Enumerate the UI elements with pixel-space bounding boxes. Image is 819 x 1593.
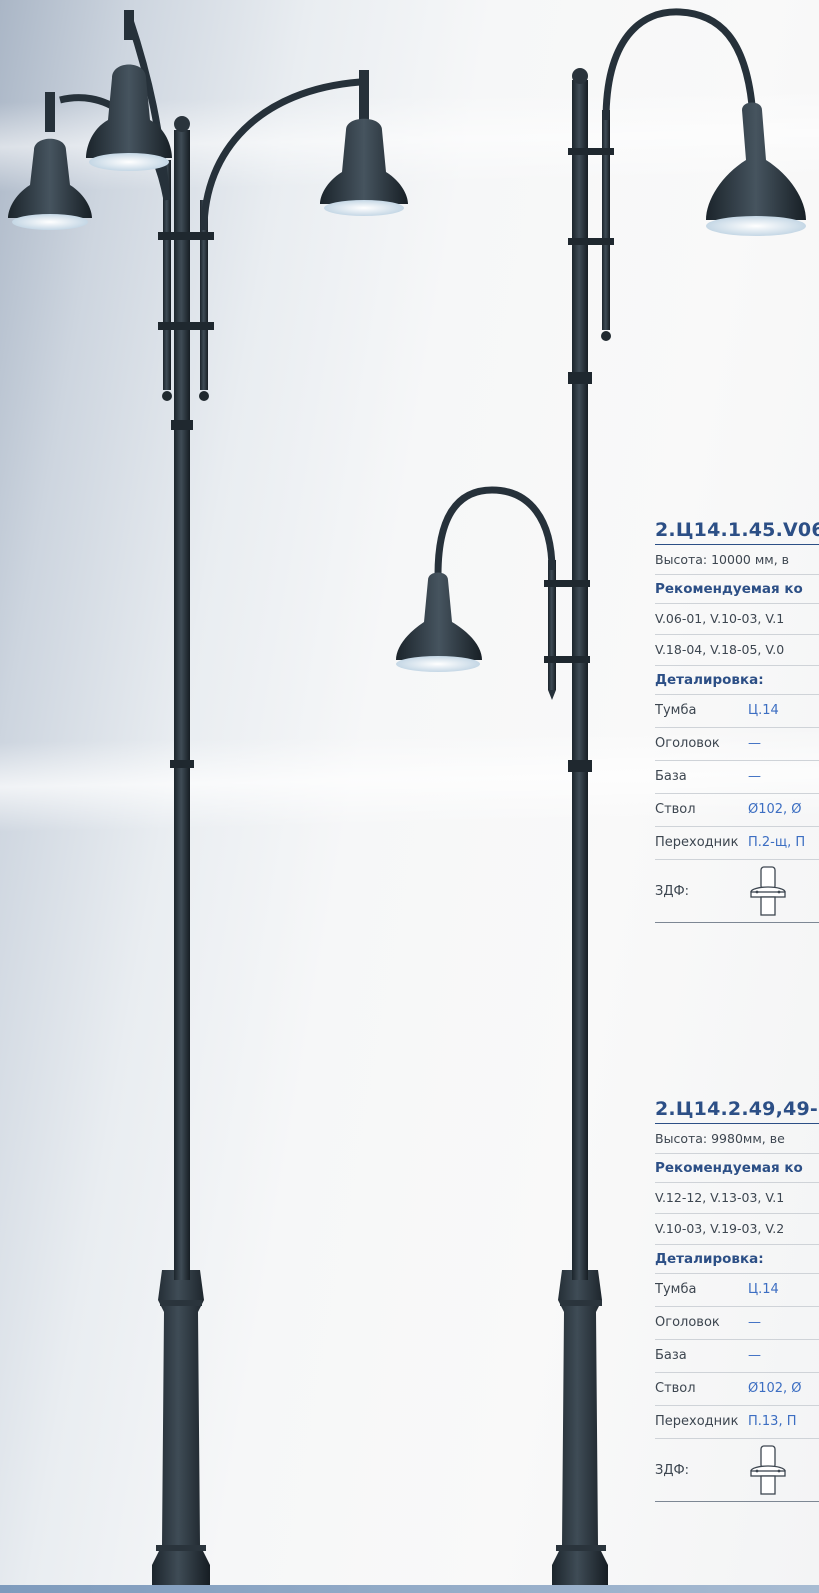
lamp-head: [8, 92, 92, 230]
zdf-row: ЗДФ:: [655, 860, 819, 923]
detail-link[interactable]: Ø102, Ø: [748, 1373, 802, 1405]
footer-bar: [0, 1585, 819, 1593]
detail-value: —: [748, 736, 761, 751]
detail-value: —: [748, 769, 761, 784]
detail-link[interactable]: Ø102, Ø: [748, 794, 802, 826]
spec-card: 2.Ц14.2.49,49-1 Высота: 9980мм, ве Реком…: [655, 1098, 819, 1502]
detail-key: Ствол: [655, 1381, 696, 1396]
zdf-label: ЗДФ:: [655, 883, 690, 899]
lamp-head: [320, 70, 408, 216]
detail-key: Тумба: [655, 1282, 697, 1297]
height-text: Высота: 10000 мм, в: [655, 552, 819, 575]
detail-key: Переходник: [655, 835, 739, 850]
recommended-line: V.10-03, V.19-03, V.2: [655, 1214, 819, 1245]
detail-row-stvol: Ствол Ø102, Ø: [655, 1373, 819, 1406]
detail-header: Деталировка:: [655, 1245, 819, 1274]
zdf-row: ЗДФ:: [655, 1439, 819, 1502]
detail-link[interactable]: П.2-щ, П: [748, 827, 805, 859]
recommended-header: Рекомендуемая ко: [655, 1154, 819, 1183]
zdf-label: ЗДФ:: [655, 1462, 690, 1478]
detail-key: База: [655, 1348, 687, 1363]
detail-row-tumba: Тумба Ц.14: [655, 695, 819, 728]
detail-key: База: [655, 769, 687, 784]
detail-link[interactable]: Ц.14: [748, 1274, 779, 1306]
detail-key: Оголовок: [655, 736, 720, 751]
product-title: 2.Ц14.1.45.V06: [655, 519, 819, 545]
recommended-line: V.18-04, V.18-05, V.0: [655, 635, 819, 666]
detail-row-stvol: Ствол Ø102, Ø: [655, 794, 819, 827]
detail-row-ogolovok: Оголовок —: [655, 1307, 819, 1340]
detail-header: Деталировка:: [655, 666, 819, 695]
detail-link[interactable]: П.13, П: [748, 1406, 797, 1438]
lamp-head: [706, 102, 806, 236]
detail-row-baza: База —: [655, 1340, 819, 1373]
recommended-line: V.12-12, V.13-03, V.1: [655, 1183, 819, 1214]
recommended-header: Рекомендуемая ко: [655, 575, 819, 604]
detail-key: Переходник: [655, 1414, 739, 1429]
product-title: 2.Ц14.2.49,49-1: [655, 1098, 819, 1124]
detail-row-ogolovok: Оголовок —: [655, 728, 819, 761]
detail-row-baza: База —: [655, 761, 819, 794]
detail-row-perehodnik: Переходник П.2-щ, П: [655, 827, 819, 860]
lamp-post-triple: [8, 10, 408, 1593]
lamp-head: [396, 572, 482, 672]
foundation-icon: [750, 1445, 786, 1495]
detail-row-tumba: Тумба Ц.14: [655, 1274, 819, 1307]
recommended-line: V.06-01, V.10-03, V.1: [655, 604, 819, 635]
spec-card: 2.Ц14.1.45.V06 Высота: 10000 мм, в Реком…: [655, 519, 819, 923]
detail-value: —: [748, 1315, 761, 1330]
detail-value: —: [748, 1348, 761, 1363]
detail-row-perehodnik: Переходник П.13, П: [655, 1406, 819, 1439]
lamp-head: [86, 10, 172, 171]
detail-link[interactable]: Ц.14: [748, 695, 779, 727]
foundation-icon: [750, 866, 786, 916]
detail-key: Ствол: [655, 802, 696, 817]
detail-key: Оголовок: [655, 1315, 720, 1330]
detail-key: Тумба: [655, 703, 697, 718]
height-text: Высота: 9980мм, ве: [655, 1131, 819, 1154]
